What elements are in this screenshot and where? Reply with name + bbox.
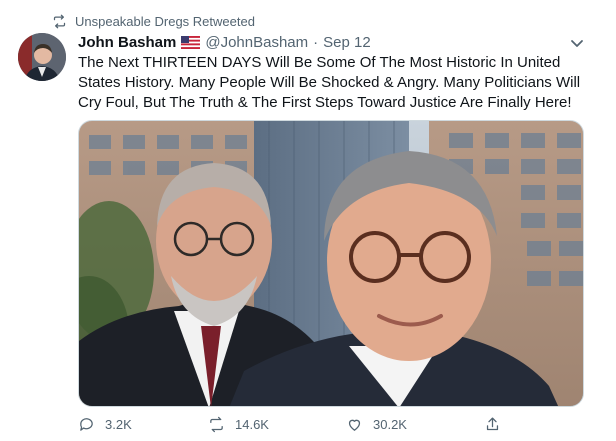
tweet-header: John Basham @JohnBasham · Sep 12 <box>78 32 586 52</box>
reply-icon <box>80 418 93 431</box>
header-separator: · <box>313 33 319 51</box>
tweet-date[interactable]: Sep 12 <box>323 34 371 51</box>
like-count: 30.2K <box>373 417 407 432</box>
author-avatar[interactable] <box>18 33 66 81</box>
share-icon <box>486 417 499 431</box>
us-flag-icon <box>181 35 201 49</box>
retweet-indicator: Unspeakable Dregs Retweeted <box>52 12 255 30</box>
retweet-button[interactable]: 14.6K <box>208 416 269 433</box>
heart-icon <box>348 419 361 431</box>
reply-button[interactable]: 3.2K <box>78 416 132 433</box>
retweet-label[interactable]: Unspeakable Dregs Retweeted <box>75 14 255 29</box>
chevron-down-icon[interactable] <box>570 36 584 50</box>
tweet-actions: 3.2K 14.6K 30.2K <box>78 416 508 436</box>
like-button[interactable]: 30.2K <box>346 416 407 433</box>
reply-count: 3.2K <box>105 417 132 432</box>
retweet-icon <box>53 14 66 28</box>
tweet-card[interactable]: Unspeakable Dregs Retweeted John Basham … <box>0 0 616 441</box>
author-display-name[interactable]: John Basham <box>78 34 176 51</box>
retweet-action-icon <box>210 416 223 433</box>
author-handle[interactable]: @JohnBasham <box>205 34 308 51</box>
retweet-count: 14.6K <box>235 417 269 432</box>
tweet-media-photo[interactable] <box>78 120 584 407</box>
tweet-body-text: The Next THIRTEEN DAYS Will Be Some Of T… <box>78 54 581 111</box>
share-button[interactable] <box>484 416 501 433</box>
